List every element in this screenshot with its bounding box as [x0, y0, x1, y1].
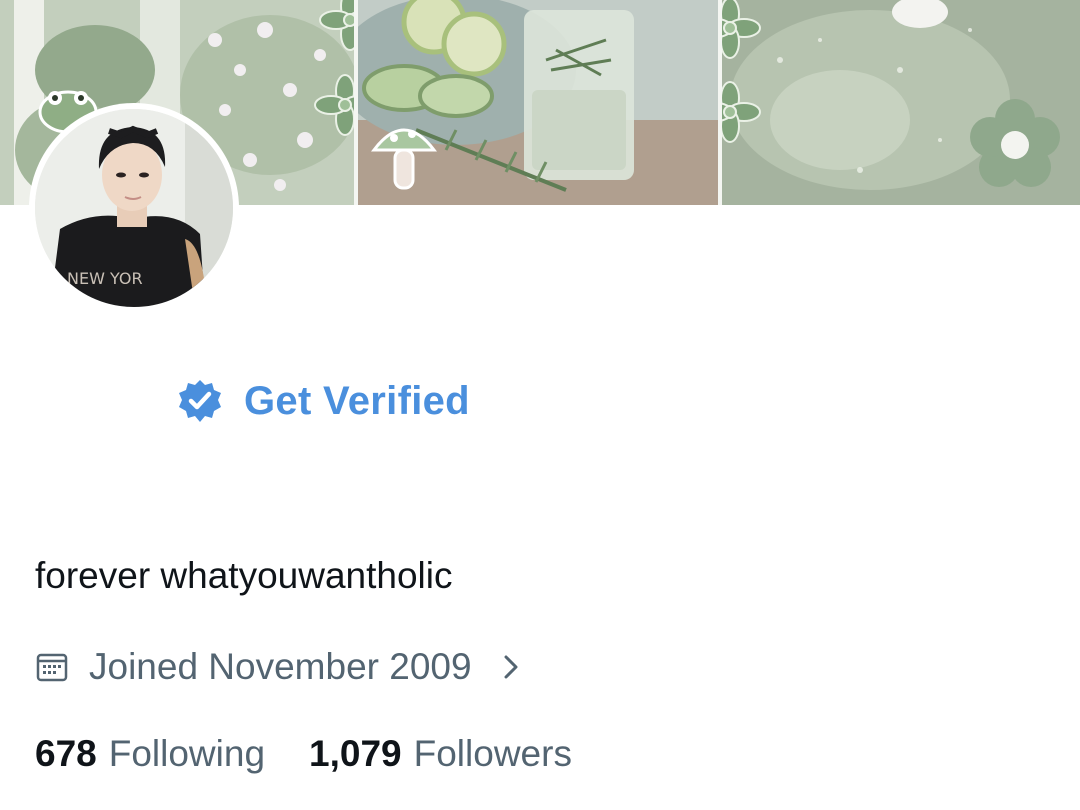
- banner-divider: [354, 0, 358, 205]
- banner-divider: [718, 0, 722, 205]
- avatar-photo: NEW YOR: [35, 109, 233, 307]
- joined-date-row[interactable]: Joined November 2009: [35, 644, 524, 690]
- profile-bio: forever whatyouwantholic: [35, 555, 453, 596]
- followers-link[interactable]: 1,079 Followers: [309, 733, 572, 775]
- chevron-right-icon: [504, 655, 518, 679]
- calendar-icon: [36, 653, 68, 682]
- svg-text:NEW YOR: NEW YOR: [67, 269, 143, 288]
- banner-drink-panel: [356, 0, 720, 205]
- following-count: 678: [35, 733, 97, 774]
- followers-count: 1,079: [309, 733, 402, 774]
- following-label: Following: [108, 733, 266, 774]
- verified-badge-icon: [179, 380, 221, 422]
- profile-stats: 678 Following 1,079 Followers: [35, 733, 572, 775]
- avatar[interactable]: NEW YOR: [29, 103, 239, 313]
- get-verified-label: Get Verified: [244, 378, 470, 423]
- banner-water-panel: [720, 0, 1080, 205]
- following-link[interactable]: 678 Following: [35, 733, 265, 775]
- followers-label: Followers: [413, 733, 572, 774]
- joined-date-label: Joined November 2009: [89, 646, 472, 687]
- get-verified-button[interactable]: Get Verified: [176, 374, 470, 428]
